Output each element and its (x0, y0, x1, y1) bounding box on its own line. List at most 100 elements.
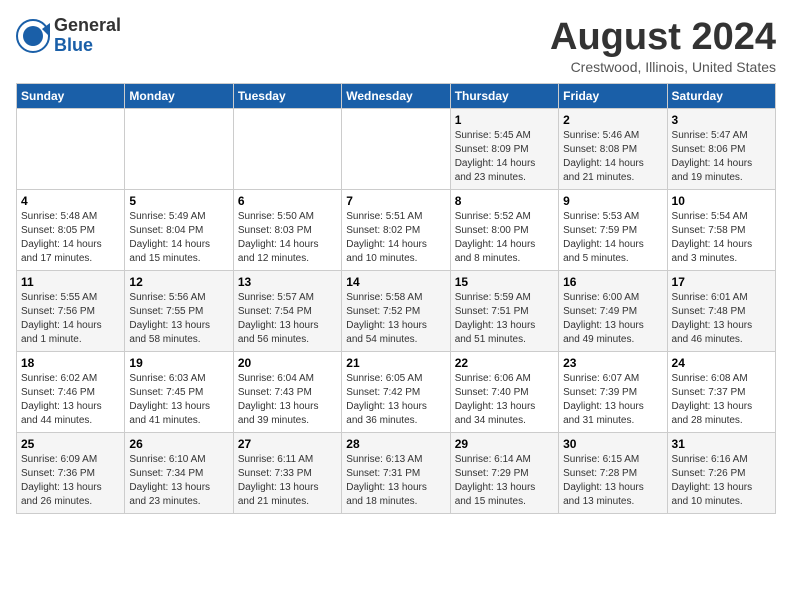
day-number: 15 (455, 275, 554, 289)
calendar-cell: 20Sunrise: 6:04 AM Sunset: 7:43 PM Dayli… (233, 352, 341, 433)
calendar-cell: 30 Sunrise: 6:15 AM Sunset: 7:28 PM Dayli… (559, 433, 667, 514)
day-number: 6 (238, 194, 337, 208)
day-number: 5 (129, 194, 228, 208)
calendar-cell: 26 Sunrise: 6:10 AM Sunset: 7:34 PM Dayli… (125, 433, 233, 514)
day-info: Sunrise: 5:45 AM Sunset: 8:09 PM Dayligh… (455, 129, 554, 185)
day-info: Sunrise: 5:51 AM Sunset: 8:02 PM Dayligh… (346, 210, 445, 266)
day-info: Sunrise: 5:46 AM Sunset: 8:08 PM Dayligh… (563, 129, 662, 185)
calendar-cell: 29 Sunrise: 6:14 AM Sunset: 7:29 PM Dayli… (450, 433, 558, 514)
day-info: Sunrise: 5:54 AM Sunset: 7:58 PM Dayligh… (672, 210, 771, 266)
day-info: Sunrise: 6:10 AM Sunset: 7:34 PM Dayligh… (129, 453, 228, 509)
day-info: Sunrise: 6:02 AM Sunset: 7:46 PM Dayligh… (21, 372, 120, 428)
calendar-header: SundayMondayTuesdayWednesdayThursdayFrid… (17, 84, 776, 109)
day-info: Sunrise: 5:49 AM Sunset: 8:04 PM Dayligh… (129, 210, 228, 266)
calendar-cell: 24Sunrise: 6:08 AM Sunset: 7:37 PM Dayli… (667, 352, 775, 433)
calendar-cell: 8 Sunrise: 5:52 AM Sunset: 8:00 PM Daylig… (450, 190, 558, 271)
calendar-cell: 11Sunrise: 5:55 AM Sunset: 7:56 PM Dayli… (17, 271, 125, 352)
day-info: Sunrise: 5:50 AM Sunset: 8:03 PM Dayligh… (238, 210, 337, 266)
calendar-cell: 1 Sunrise: 5:45 AM Sunset: 8:09 PM Daylig… (450, 109, 558, 190)
day-info: Sunrise: 5:56 AM Sunset: 7:55 PM Dayligh… (129, 291, 228, 347)
day-info: Sunrise: 5:47 AM Sunset: 8:06 PM Dayligh… (672, 129, 771, 185)
day-number: 30 (563, 437, 662, 451)
calendar-cell: 31Sunrise: 6:16 AM Sunset: 7:26 PM Dayli… (667, 433, 775, 514)
calendar-cell: 18 Sunrise: 6:02 AM Sunset: 7:46 PM Dayli… (17, 352, 125, 433)
day-info: Sunrise: 6:15 AM Sunset: 7:28 PM Dayligh… (563, 453, 662, 509)
calendar-cell: 10 Sunrise: 5:54 AM Sunset: 7:58 PM Dayli… (667, 190, 775, 271)
day-number: 29 (455, 437, 554, 451)
day-info: Sunrise: 6:07 AM Sunset: 7:39 PM Dayligh… (563, 372, 662, 428)
calendar-cell: 19 Sunrise: 6:03 AM Sunset: 7:45 PM Dayli… (125, 352, 233, 433)
calendar-cell: 4Sunrise: 5:48 AM Sunset: 8:05 PM Daylig… (17, 190, 125, 271)
day-number: 22 (455, 356, 554, 370)
calendar-cell: 21 Sunrise: 6:05 AM Sunset: 7:42 PM Dayli… (342, 352, 450, 433)
calendar-cell: 6 Sunrise: 5:50 AM Sunset: 8:03 PM Daylig… (233, 190, 341, 271)
day-number: 27 (238, 437, 337, 451)
header-day-friday: Friday (559, 84, 667, 109)
calendar-cell: 5 Sunrise: 5:49 AM Sunset: 8:04 PM Daylig… (125, 190, 233, 271)
day-info: Sunrise: 5:55 AM Sunset: 7:56 PM Dayligh… (21, 291, 120, 347)
calendar-cell (342, 109, 450, 190)
calendar-cell: 22 Sunrise: 6:06 AM Sunset: 7:40 PM Dayli… (450, 352, 558, 433)
day-number: 21 (346, 356, 445, 370)
day-info: Sunrise: 6:08 AM Sunset: 7:37 PM Dayligh… (672, 372, 771, 428)
calendar-title: August 2024 (550, 16, 776, 59)
day-number: 1 (455, 113, 554, 127)
day-number: 18 (21, 356, 120, 370)
calendar-cell: 9 Sunrise: 5:53 AM Sunset: 7:59 PM Daylig… (559, 190, 667, 271)
day-number: 25 (21, 437, 120, 451)
day-info: Sunrise: 5:52 AM Sunset: 8:00 PM Dayligh… (455, 210, 554, 266)
day-number: 23 (563, 356, 662, 370)
day-info: Sunrise: 5:59 AM Sunset: 7:51 PM Dayligh… (455, 291, 554, 347)
day-number: 8 (455, 194, 554, 208)
day-number: 20 (238, 356, 337, 370)
calendar-week-1: 1 Sunrise: 5:45 AM Sunset: 8:09 PM Daylig… (17, 109, 776, 190)
logo-icon (16, 19, 50, 53)
header-day-sunday: Sunday (17, 84, 125, 109)
calendar-week-2: 4Sunrise: 5:48 AM Sunset: 8:05 PM Daylig… (17, 190, 776, 271)
day-number: 13 (238, 275, 337, 289)
day-number: 3 (672, 113, 771, 127)
calendar-cell: 3 Sunrise: 5:47 AM Sunset: 8:06 PM Daylig… (667, 109, 775, 190)
day-info: Sunrise: 5:57 AM Sunset: 7:54 PM Dayligh… (238, 291, 337, 347)
calendar-week-3: 11Sunrise: 5:55 AM Sunset: 7:56 PM Dayli… (17, 271, 776, 352)
day-info: Sunrise: 6:09 AM Sunset: 7:36 PM Dayligh… (21, 453, 120, 509)
day-number: 9 (563, 194, 662, 208)
day-info: Sunrise: 6:03 AM Sunset: 7:45 PM Dayligh… (129, 372, 228, 428)
day-info: Sunrise: 6:14 AM Sunset: 7:29 PM Dayligh… (455, 453, 554, 509)
header-day-tuesday: Tuesday (233, 84, 341, 109)
calendar-cell (17, 109, 125, 190)
calendar-cell: 12Sunrise: 5:56 AM Sunset: 7:55 PM Dayli… (125, 271, 233, 352)
day-info: Sunrise: 5:58 AM Sunset: 7:52 PM Dayligh… (346, 291, 445, 347)
day-number: 19 (129, 356, 228, 370)
logo: General Blue (16, 16, 121, 56)
calendar-cell: 17Sunrise: 6:01 AM Sunset: 7:48 PM Dayli… (667, 271, 775, 352)
day-info: Sunrise: 6:13 AM Sunset: 7:31 PM Dayligh… (346, 453, 445, 509)
calendar-cell: 13 Sunrise: 5:57 AM Sunset: 7:54 PM Dayli… (233, 271, 341, 352)
calendar-subtitle: Crestwood, Illinois, United States (550, 59, 776, 75)
day-info: Sunrise: 6:00 AM Sunset: 7:49 PM Dayligh… (563, 291, 662, 347)
title-area: August 2024 Crestwood, Illinois, United … (550, 16, 776, 75)
day-number: 14 (346, 275, 445, 289)
header-day-thursday: Thursday (450, 84, 558, 109)
calendar-week-5: 25 Sunrise: 6:09 AM Sunset: 7:36 PM Dayli… (17, 433, 776, 514)
day-number: 4 (21, 194, 120, 208)
calendar-cell: 23 Sunrise: 6:07 AM Sunset: 7:39 PM Dayli… (559, 352, 667, 433)
day-number: 7 (346, 194, 445, 208)
day-number: 26 (129, 437, 228, 451)
day-number: 28 (346, 437, 445, 451)
header-day-saturday: Saturday (667, 84, 775, 109)
calendar-cell (125, 109, 233, 190)
day-number: 31 (672, 437, 771, 451)
calendar-cell: 15 Sunrise: 5:59 AM Sunset: 7:51 PM Dayli… (450, 271, 558, 352)
calendar-cell (233, 109, 341, 190)
day-info: Sunrise: 6:01 AM Sunset: 7:48 PM Dayligh… (672, 291, 771, 347)
day-info: Sunrise: 6:11 AM Sunset: 7:33 PM Dayligh… (238, 453, 337, 509)
day-info: Sunrise: 5:53 AM Sunset: 7:59 PM Dayligh… (563, 210, 662, 266)
header-day-monday: Monday (125, 84, 233, 109)
calendar-cell: 27 Sunrise: 6:11 AM Sunset: 7:33 PM Dayli… (233, 433, 341, 514)
calendar-cell: 25 Sunrise: 6:09 AM Sunset: 7:36 PM Dayli… (17, 433, 125, 514)
day-info: Sunrise: 6:05 AM Sunset: 7:42 PM Dayligh… (346, 372, 445, 428)
calendar-body: 1 Sunrise: 5:45 AM Sunset: 8:09 PM Daylig… (17, 109, 776, 514)
day-info: Sunrise: 6:06 AM Sunset: 7:40 PM Dayligh… (455, 372, 554, 428)
day-number: 10 (672, 194, 771, 208)
